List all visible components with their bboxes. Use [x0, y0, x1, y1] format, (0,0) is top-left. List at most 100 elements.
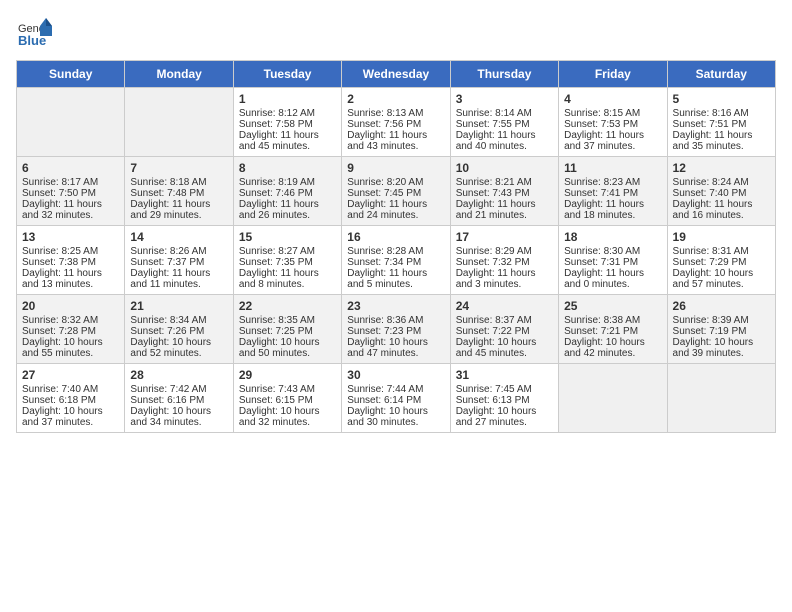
calendar-cell — [125, 88, 233, 157]
sunrise-text: Sunrise: 7:40 AM — [22, 384, 98, 395]
daylight-text: Daylight: 11 hours and 35 minutes. — [673, 130, 753, 152]
day-number: 3 — [456, 92, 553, 106]
daylight-text: Daylight: 11 hours and 26 minutes. — [239, 199, 319, 221]
day-number: 27 — [22, 368, 119, 382]
sunrise-text: Sunrise: 8:20 AM — [347, 177, 423, 188]
calendar-cell: 27Sunrise: 7:40 AMSunset: 6:18 PMDayligh… — [17, 364, 125, 433]
daylight-text: Daylight: 11 hours and 3 minutes. — [456, 268, 536, 290]
sunrise-text: Sunrise: 7:43 AM — [239, 384, 315, 395]
sunset-text: Sunset: 7:51 PM — [673, 119, 747, 130]
day-number: 29 — [239, 368, 336, 382]
calendar-cell: 9Sunrise: 8:20 AMSunset: 7:45 PMDaylight… — [342, 157, 450, 226]
sunset-text: Sunset: 7:53 PM — [564, 119, 638, 130]
day-number: 13 — [22, 230, 119, 244]
sunrise-text: Sunrise: 7:45 AM — [456, 384, 532, 395]
sunset-text: Sunset: 7:50 PM — [22, 188, 96, 199]
sunset-text: Sunset: 7:35 PM — [239, 257, 313, 268]
day-header-friday: Friday — [559, 61, 667, 88]
calendar-table: SundayMondayTuesdayWednesdayThursdayFrid… — [16, 60, 776, 433]
day-number: 19 — [673, 230, 770, 244]
sunset-text: Sunset: 6:14 PM — [347, 395, 421, 406]
calendar-week-1: 6Sunrise: 8:17 AMSunset: 7:50 PMDaylight… — [17, 157, 776, 226]
daylight-text: Daylight: 10 hours and 39 minutes. — [673, 337, 754, 359]
sunrise-text: Sunrise: 8:14 AM — [456, 108, 532, 119]
calendar-cell: 4Sunrise: 8:15 AMSunset: 7:53 PMDaylight… — [559, 88, 667, 157]
sunrise-text: Sunrise: 8:30 AM — [564, 246, 640, 257]
day-number: 2 — [347, 92, 444, 106]
day-header-saturday: Saturday — [667, 61, 775, 88]
day-number: 12 — [673, 161, 770, 175]
calendar-cell: 14Sunrise: 8:26 AMSunset: 7:37 PMDayligh… — [125, 226, 233, 295]
sunrise-text: Sunrise: 8:12 AM — [239, 108, 315, 119]
sunrise-text: Sunrise: 7:44 AM — [347, 384, 423, 395]
sunset-text: Sunset: 7:22 PM — [456, 326, 530, 337]
day-number: 10 — [456, 161, 553, 175]
calendar-cell: 22Sunrise: 8:35 AMSunset: 7:25 PMDayligh… — [233, 295, 341, 364]
page-header: General Blue — [16, 16, 776, 52]
day-header-tuesday: Tuesday — [233, 61, 341, 88]
day-header-thursday: Thursday — [450, 61, 558, 88]
sunset-text: Sunset: 7:41 PM — [564, 188, 638, 199]
calendar-cell — [559, 364, 667, 433]
sunset-text: Sunset: 7:23 PM — [347, 326, 421, 337]
calendar-body: 1Sunrise: 8:12 AMSunset: 7:58 PMDaylight… — [17, 88, 776, 433]
sunrise-text: Sunrise: 8:32 AM — [22, 315, 98, 326]
sunset-text: Sunset: 7:21 PM — [564, 326, 638, 337]
calendar-cell: 25Sunrise: 8:38 AMSunset: 7:21 PMDayligh… — [559, 295, 667, 364]
sunrise-text: Sunrise: 8:18 AM — [130, 177, 206, 188]
sunrise-text: Sunrise: 8:15 AM — [564, 108, 640, 119]
daylight-text: Daylight: 10 hours and 30 minutes. — [347, 406, 428, 428]
sunrise-text: Sunrise: 8:25 AM — [22, 246, 98, 257]
sunset-text: Sunset: 7:28 PM — [22, 326, 96, 337]
calendar-cell: 16Sunrise: 8:28 AMSunset: 7:34 PMDayligh… — [342, 226, 450, 295]
calendar-cell: 10Sunrise: 8:21 AMSunset: 7:43 PMDayligh… — [450, 157, 558, 226]
sunrise-text: Sunrise: 8:16 AM — [673, 108, 749, 119]
calendar-cell — [667, 364, 775, 433]
calendar-cell: 29 Sunrise: 7:43 AMSunset: 6:15 PMDayligh… — [233, 364, 341, 433]
calendar-cell: 31Sunrise: 7:45 AMSunset: 6:13 PMDayligh… — [450, 364, 558, 433]
daylight-text: Daylight: 11 hours and 5 minutes. — [347, 268, 427, 290]
daylight-text: Daylight: 10 hours and 45 minutes. — [456, 337, 537, 359]
sunrise-text: Sunrise: 8:34 AM — [130, 315, 206, 326]
day-number: 30 — [347, 368, 444, 382]
sunset-text: Sunset: 7:45 PM — [347, 188, 421, 199]
sunset-text: Sunset: 6:16 PM — [130, 395, 204, 406]
daylight-text: Daylight: 11 hours and 32 minutes. — [22, 199, 102, 221]
daylight-text: Daylight: 10 hours and 32 minutes. — [239, 406, 320, 428]
sunset-text: Sunset: 7:26 PM — [130, 326, 204, 337]
sunrise-text: Sunrise: 8:13 AM — [347, 108, 423, 119]
daylight-text: Daylight: 11 hours and 40 minutes. — [456, 130, 536, 152]
sunrise-text: Sunrise: 8:39 AM — [673, 315, 749, 326]
daylight-text: Daylight: 10 hours and 42 minutes. — [564, 337, 645, 359]
day-number: 6 — [22, 161, 119, 175]
sunrise-text: Sunrise: 8:17 AM — [22, 177, 98, 188]
calendar-cell: 2Sunrise: 8:13 AMSunset: 7:56 PMDaylight… — [342, 88, 450, 157]
sunrise-text: Sunrise: 8:29 AM — [456, 246, 532, 257]
calendar-cell: 5 Sunrise: 8:16 AMSunset: 7:51 PMDaylight… — [667, 88, 775, 157]
calendar-cell: 30 Sunrise: 7:44 AMSunset: 6:14 PMDayligh… — [342, 364, 450, 433]
calendar-week-4: 27Sunrise: 7:40 AMSunset: 6:18 PMDayligh… — [17, 364, 776, 433]
sunset-text: Sunset: 7:29 PM — [673, 257, 747, 268]
daylight-text: Daylight: 11 hours and 16 minutes. — [673, 199, 753, 221]
daylight-text: Daylight: 10 hours and 34 minutes. — [130, 406, 211, 428]
daylight-text: Daylight: 10 hours and 27 minutes. — [456, 406, 537, 428]
day-number: 11 — [564, 161, 661, 175]
sunrise-text: Sunrise: 7:42 AM — [130, 384, 206, 395]
calendar-cell: 8Sunrise: 8:19 AMSunset: 7:46 PMDaylight… — [233, 157, 341, 226]
calendar-cell: 12Sunrise: 8:24 AMSunset: 7:40 PMDayligh… — [667, 157, 775, 226]
calendar-cell: 17Sunrise: 8:29 AMSunset: 7:32 PMDayligh… — [450, 226, 558, 295]
sunset-text: Sunset: 6:15 PM — [239, 395, 313, 406]
calendar-week-0: 1Sunrise: 8:12 AMSunset: 7:58 PMDaylight… — [17, 88, 776, 157]
sunset-text: Sunset: 7:40 PM — [673, 188, 747, 199]
daylight-text: Daylight: 10 hours and 52 minutes. — [130, 337, 211, 359]
day-number: 5 — [673, 92, 770, 106]
calendar-header: SundayMondayTuesdayWednesdayThursdayFrid… — [17, 61, 776, 88]
day-header-sunday: Sunday — [17, 61, 125, 88]
sunrise-text: Sunrise: 8:23 AM — [564, 177, 640, 188]
sunrise-text: Sunrise: 8:31 AM — [673, 246, 749, 257]
calendar-cell: 23Sunrise: 8:36 AMSunset: 7:23 PMDayligh… — [342, 295, 450, 364]
day-number: 22 — [239, 299, 336, 313]
day-header-monday: Monday — [125, 61, 233, 88]
day-number: 31 — [456, 368, 553, 382]
daylight-text: Daylight: 10 hours and 37 minutes. — [22, 406, 103, 428]
